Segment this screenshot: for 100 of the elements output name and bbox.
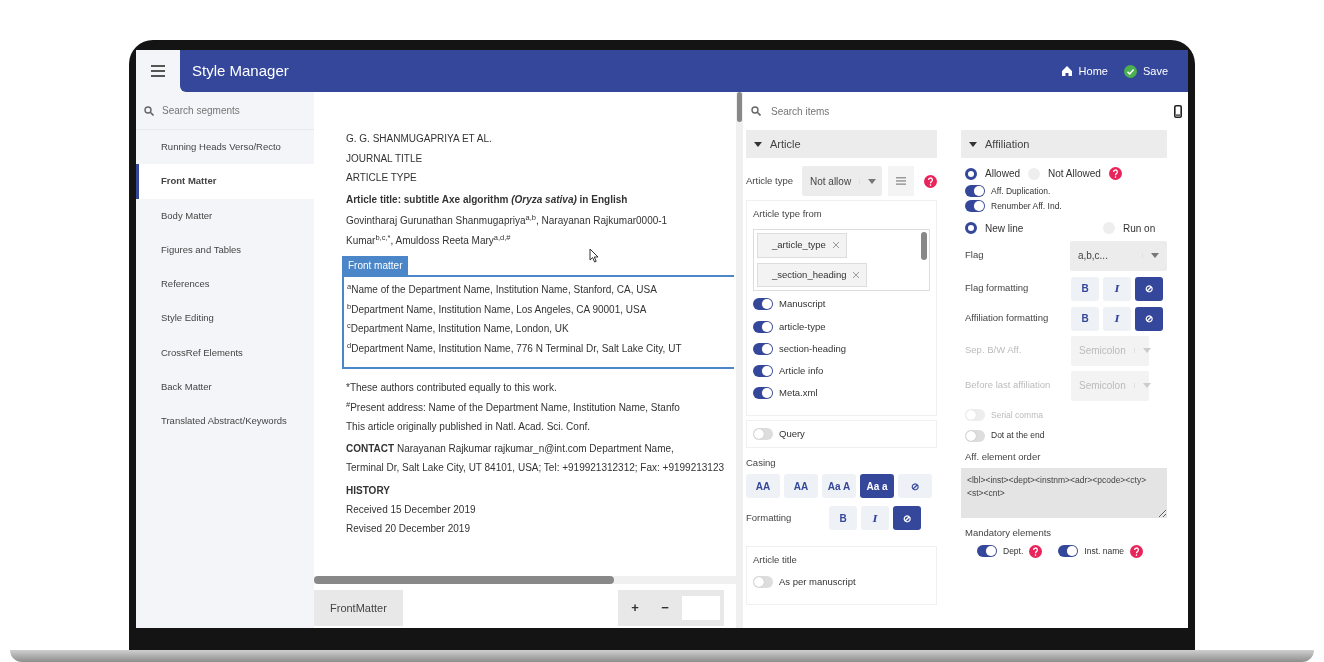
text-line: $^{#}$Present address: Name of the Department Name, Institution Name, Stanfo: [346, 400, 681, 415]
sidebar-item[interactable]: Body Matter: [136, 198, 314, 233]
format-option[interactable]: I: [1103, 276, 1131, 301]
section-header[interactable]: Article: [746, 130, 937, 158]
text-line: This article originally published in Natl. Acad. Sci. Conf.: [346, 420, 591, 434]
casing-option[interactable]: AA: [784, 474, 818, 498]
affiliation-line: $^{c}$Department Name, Institution Name, London, UK: [347, 322, 570, 336]
toggle-switch[interactable]: [753, 427, 773, 440]
field-label: Article type: [746, 173, 794, 188]
search-icon: [751, 106, 761, 116]
section-header[interactable]: Affiliation: [961, 130, 1167, 158]
format-option[interactable]: B: [1071, 306, 1099, 331]
dropdown[interactable]: Not allow: [802, 166, 882, 196]
save-button[interactable]: Save: [1115, 58, 1176, 84]
text-line: Terminal Dr, Salt Lake City, UT 84101, USA; Tel: +919921312312; Fax: +9199213123: [346, 461, 726, 475]
affiliation-line: $^{a}$Name of the Department Name, Institution Name, Stanford, CA, USA: [347, 283, 658, 297]
home-icon: [1060, 65, 1073, 77]
field-label: Casing: [746, 455, 777, 470]
caret-icon: [1151, 253, 1159, 258]
format-option[interactable]: B: [1071, 276, 1099, 301]
scrollbar-thumb[interactable]: [314, 576, 614, 584]
sidebar-item[interactable]: Running Heads Verso/Recto: [136, 130, 314, 165]
field-label: Aff. element order: [964, 450, 1042, 464]
toggle-switch[interactable]: [965, 429, 985, 442]
front-matter-frame[interactable]: [342, 275, 734, 369]
toggle-label: Manuscript: [779, 297, 826, 312]
field-label: Sep. B/W Aff.: [965, 343, 1023, 358]
casing-option[interactable]: AA: [746, 474, 780, 498]
sidebar-item[interactable]: Back Matter: [136, 369, 314, 404]
scrollbar-thumb[interactable]: [921, 232, 927, 261]
tag-chip[interactable]: _article_type: [757, 233, 847, 258]
radio-label: New line: [985, 221, 1025, 236]
field-label: Flag: [965, 248, 985, 263]
toggle-switch[interactable]: [965, 185, 985, 198]
toggle-switch[interactable]: [753, 298, 773, 311]
app-title: Style Manager: [192, 60, 289, 81]
check-circle-icon: [1123, 64, 1137, 78]
casing-option[interactable]: ⊘: [898, 474, 932, 498]
field-label: Before last affiliation: [965, 378, 1052, 393]
menu-button[interactable]: [136, 50, 180, 92]
toggle-label: Dot at the end: [991, 429, 1045, 442]
zoom-out-button[interactable]: −: [652, 597, 678, 619]
format-option[interactable]: I: [861, 506, 889, 530]
list-icon: [896, 177, 906, 185]
search-field[interactable]: Search segments: [160, 102, 306, 119]
scrollbar-thumb[interactable]: [737, 92, 742, 122]
segment-tab[interactable]: FrontMatter: [314, 590, 403, 626]
mouse-pointer-icon: [589, 248, 599, 263]
sidebar-item[interactable]: Front Matter: [136, 164, 314, 199]
home-button[interactable]: Home: [1052, 58, 1116, 84]
toggle-label: section-heading: [779, 341, 847, 356]
radio-button[interactable]: [965, 222, 977, 234]
element-order-field[interactable]: <lbl><inst><dept><instnm><adr><pcode><cty><st><cnt>: [961, 468, 1167, 519]
caret-icon: [1142, 348, 1151, 353]
format-option[interactable]: ⊘: [1135, 276, 1163, 301]
phone-icon: [1174, 104, 1182, 118]
sidebar-item[interactable]: Translated Abstract/Keywords: [136, 404, 314, 439]
toggle-switch[interactable]: [753, 342, 773, 355]
caret-icon: [754, 141, 762, 147]
sidebar-item[interactable]: References: [136, 267, 314, 302]
toggle-switch[interactable]: [965, 200, 985, 213]
toggle-switch[interactable]: [753, 365, 773, 378]
sidebar-item[interactable]: Figures and Tables: [136, 232, 314, 267]
field-label: Article title: [753, 553, 798, 567]
format-option[interactable]: I: [1103, 306, 1131, 331]
sidebar-item[interactable]: CrossRef Elements: [136, 335, 314, 370]
toggle-label: As per manuscript: [779, 575, 856, 590]
menu-icon: [151, 65, 165, 77]
casing-option[interactable]: Aa A: [822, 474, 856, 498]
toggle-label: Inst. name: [1084, 544, 1124, 558]
format-option[interactable]: B: [829, 506, 857, 530]
toggle-label: Aff. Duplication.: [991, 185, 1051, 198]
affiliation-line: $^{d}$Department Name, Institution Name, 776 N Terminal Dr, Salt Lake City, UT: [347, 341, 683, 356]
toggle-switch[interactable]: [1058, 545, 1079, 557]
field-label: Mandatory elements: [964, 526, 1053, 541]
dropdown[interactable]: a,b,c...: [1069, 240, 1167, 271]
toggle-label: Query: [779, 426, 805, 441]
affiliation-line: $^{b}$Department Name, Institution Name, Los Angeles, CA 90001, USA: [347, 302, 648, 317]
format-option[interactable]: ⊘: [893, 506, 921, 530]
radio-label: Not Allowed: [1048, 167, 1101, 181]
toggle-switch[interactable]: [753, 387, 773, 400]
radio-button[interactable]: [965, 167, 977, 180]
tag-chip[interactable]: _section_heading: [757, 262, 868, 287]
sidebar-item[interactable]: Style Editing: [136, 301, 314, 336]
tag-list-box[interactable]: _article_type _section_heading: [753, 229, 930, 292]
toggle-switch[interactable]: [977, 545, 997, 557]
zoom-in-button[interactable]: +: [622, 597, 648, 619]
text-line: Govintharaj Gurunathan Shanmugapriya$^{a,b}$, Narayanan Rajkumar0000-1: [346, 214, 669, 228]
field-label: Flag formatting: [965, 281, 1030, 296]
field-label: Formatting: [746, 510, 792, 525]
toggle-label: Renumber Aff. Ind.: [991, 199, 1062, 213]
casing-option[interactable]: Aa a: [860, 474, 894, 498]
history-line: Revised 20 December 2019: [346, 521, 471, 536]
format-option[interactable]: ⊘: [1135, 306, 1163, 331]
toggle-switch[interactable]: [753, 320, 773, 333]
toggle-switch[interactable]: [753, 576, 773, 589]
help-icon: [924, 174, 937, 188]
help-icon: [1130, 544, 1143, 558]
caret-icon: [1142, 383, 1151, 388]
toggle-label: Meta.xml: [779, 386, 818, 401]
